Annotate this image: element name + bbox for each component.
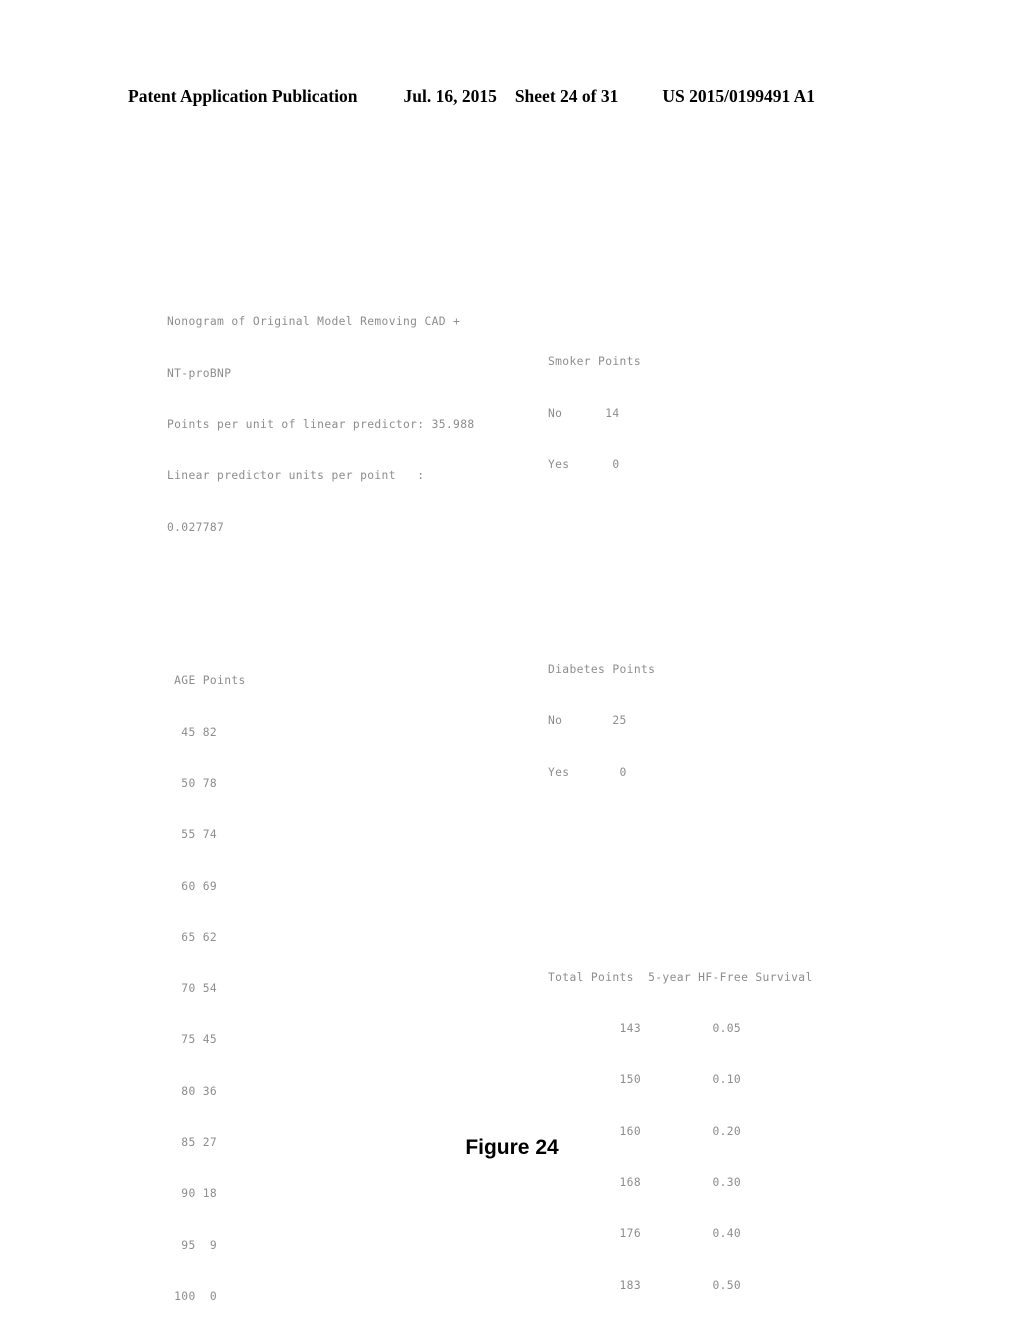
- survival-5-year-table: Total Points 5-year HF-Free Survival 143…: [548, 935, 820, 1320]
- table-row: 183 0.50: [548, 1278, 742, 1292]
- table-row: Yes 0: [548, 458, 620, 472]
- table-row: 168 0.30: [548, 1175, 742, 1189]
- table-row: 95 9: [167, 1238, 218, 1252]
- table-row: 60 69: [167, 879, 218, 893]
- table-row: 75 45: [167, 1033, 218, 1047]
- table-row: 100 0: [167, 1289, 218, 1303]
- table-row: 65 62: [167, 930, 218, 944]
- patent-running-header: Patent Application Publication Jul. 16, …: [128, 86, 896, 107]
- diabetes-points-table: Diabetes Points No 25 Yes 0: [548, 627, 820, 815]
- listing-title-block: Nonogram of Original Model Removing CAD …: [167, 279, 475, 570]
- table-row: 90 18: [167, 1187, 218, 1201]
- table-row: 176 0.40: [548, 1227, 742, 1241]
- smoker-table-header: Smoker Points: [548, 355, 641, 369]
- publication-date: Jul. 16, 2015: [403, 86, 497, 106]
- table-row: 143 0.05: [548, 1022, 742, 1036]
- table-row: 50 78: [167, 777, 218, 790]
- listing-right-column: Smoker Points No 14 Yes 0 Diabetes Point…: [548, 268, 820, 1320]
- table-row: No 14: [548, 406, 620, 420]
- points-per-unit-line: Points per unit of linear predictor: 35.…: [167, 418, 475, 432]
- patent-page: Patent Application Publication Jul. 16, …: [0, 0, 1024, 1320]
- nomogram-listing: Nonogram of Original Model Removing CAD …: [167, 228, 927, 1302]
- table-row: 150 0.10: [548, 1073, 742, 1087]
- patent-number: US 2015/0199491 A1: [662, 86, 816, 106]
- smoker-points-table: Smoker Points No 14 Yes 0: [548, 319, 820, 507]
- table-row: No 25: [548, 714, 627, 728]
- figure-caption: Figure 24: [465, 1136, 559, 1159]
- table-row: 70 54: [167, 982, 218, 996]
- age-table-header: AGE Points: [167, 674, 246, 688]
- age-points-table: AGE Points 45 82 50 78 55 74 60 69 65 62…: [167, 638, 475, 1320]
- units-per-point-value: 0.027787: [167, 520, 225, 534]
- survival-5-year-header: Total Points 5-year HF-Free Survival: [548, 970, 813, 984]
- units-per-point-line: Linear predictor units per point :: [167, 469, 425, 483]
- diabetes-table-header: Diabetes Points: [548, 663, 656, 677]
- table-row: 55 74: [167, 828, 218, 842]
- table-row: 80 36: [167, 1084, 218, 1098]
- sheet-number: Sheet 24 of 31: [514, 86, 619, 106]
- listing-title-line-1: Nonogram of Original Model Removing CAD …: [167, 315, 461, 329]
- table-row: Yes 0: [548, 765, 627, 779]
- listing-title-line-2: NT-proBNP: [167, 366, 232, 380]
- table-row: 45 82: [167, 725, 218, 739]
- publication-label: Patent Application Publication: [128, 86, 358, 106]
